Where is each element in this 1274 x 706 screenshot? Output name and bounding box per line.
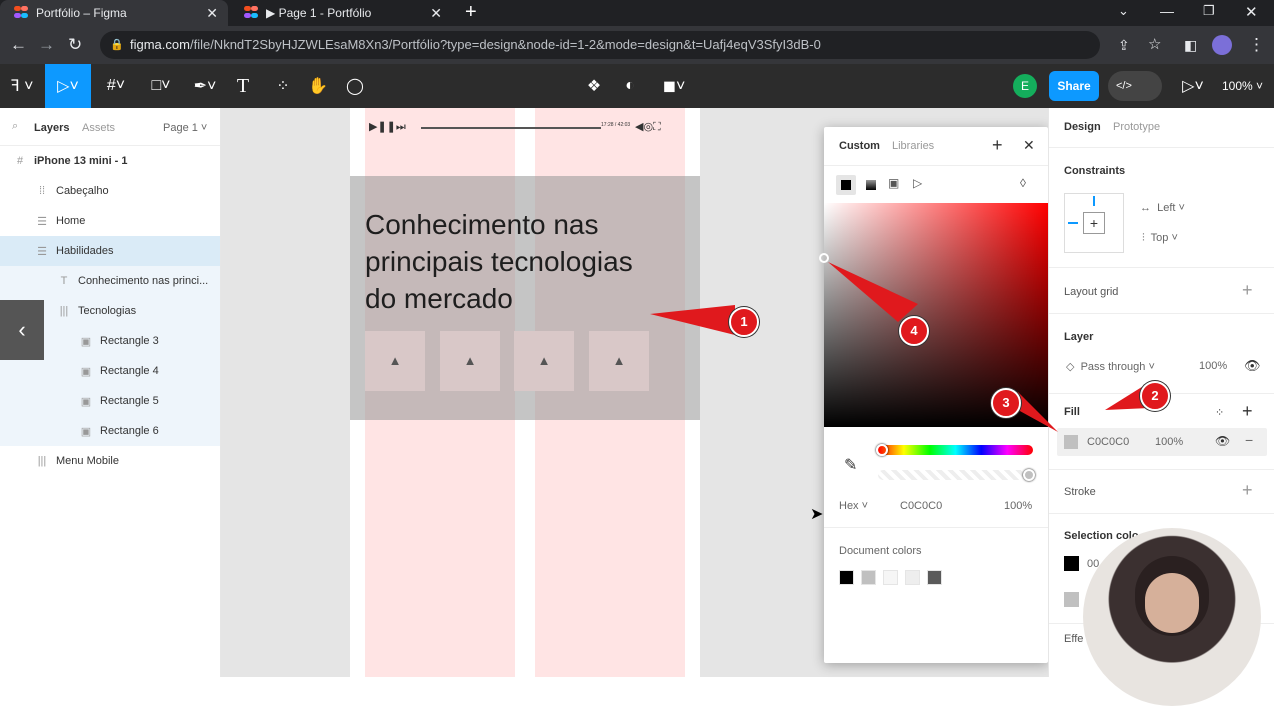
annotation-layer: [650, 262, 1150, 432]
annotation-badge-2: 2: [1140, 381, 1170, 411]
annotation-badge-1: 1: [729, 307, 759, 337]
annotation-badge-4: 4: [899, 316, 929, 346]
annotation-arrow-4: [828, 262, 918, 322]
annotation-badge-3: 3: [991, 388, 1021, 418]
annotation-arrow-1: [650, 305, 735, 335]
